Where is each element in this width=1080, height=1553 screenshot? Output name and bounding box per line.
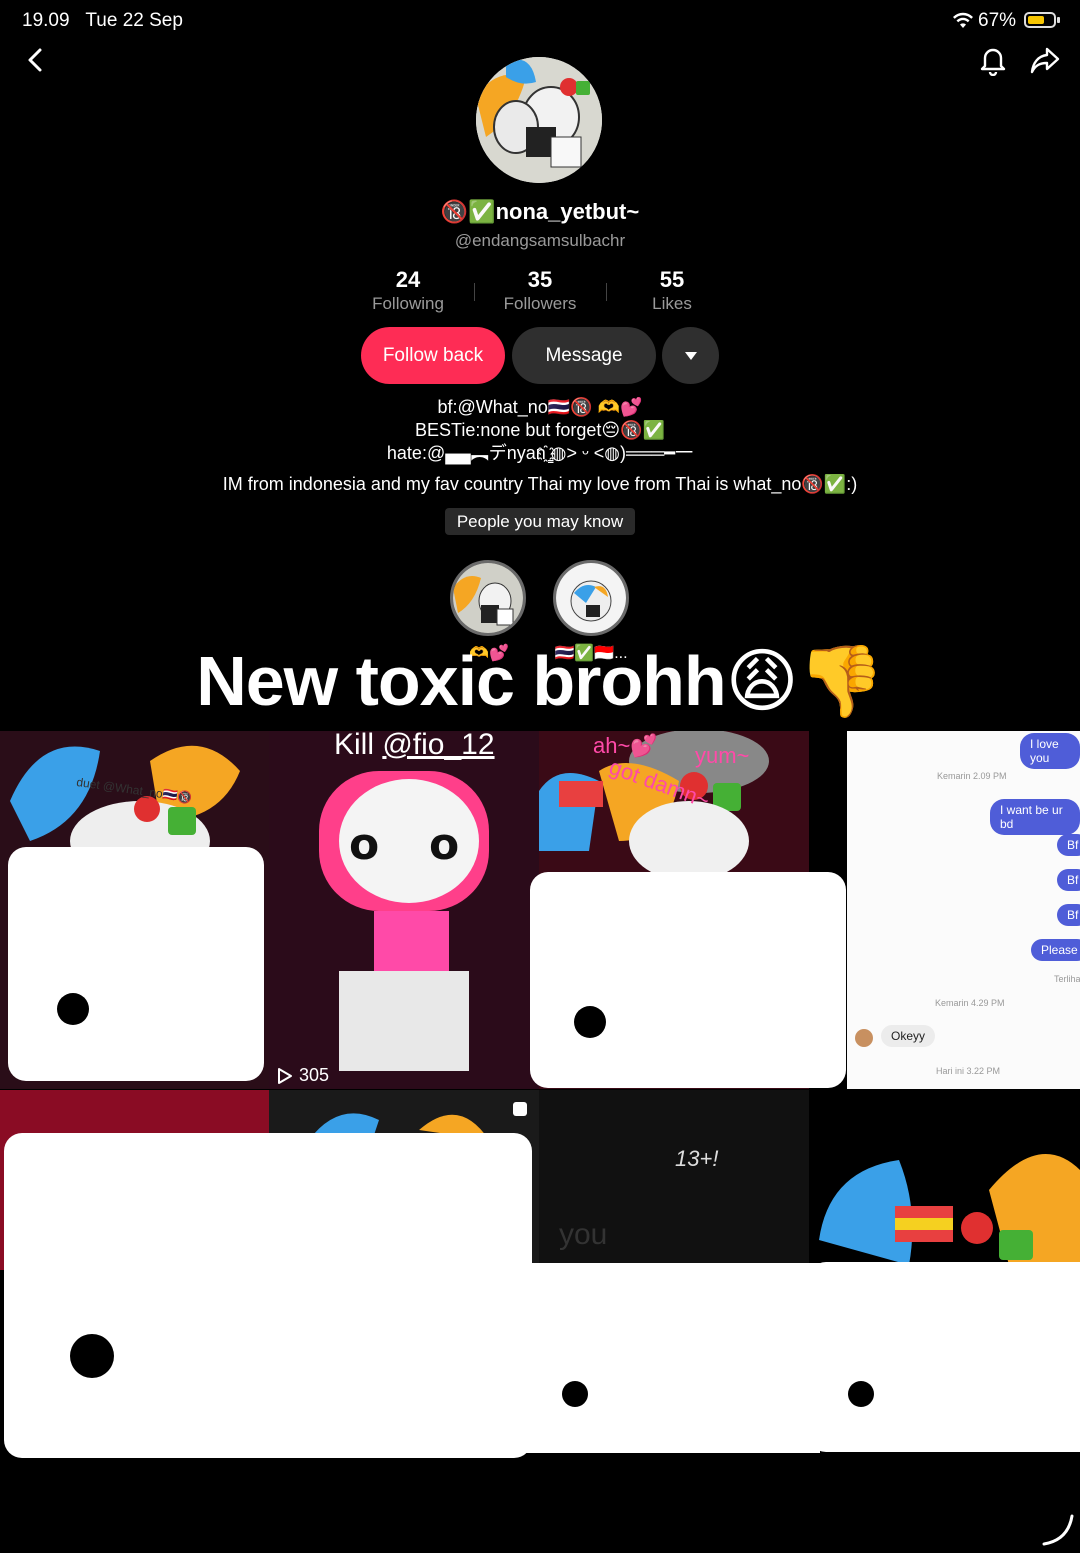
redaction-dot bbox=[57, 993, 89, 1025]
display-name: 🔞✅nona_yetbut~ bbox=[440, 199, 640, 224]
followers-count[interactable]: 35 bbox=[465, 267, 615, 293]
bell-icon[interactable] bbox=[977, 44, 1009, 76]
chat-time: Kemarin 4.29 PM bbox=[935, 998, 1005, 1008]
chat-bubble: Bf bbox=[1057, 834, 1080, 856]
redaction-card bbox=[520, 1263, 820, 1453]
kill-caption: Kill @fio_12 bbox=[334, 728, 495, 761]
redaction-card bbox=[8, 847, 264, 1081]
bio-line: IM from indonesia and my fav country Tha… bbox=[222, 474, 858, 494]
chat-bubble: Bf bbox=[1057, 904, 1080, 926]
bio-line: hate:@▄▄︻デnyan҈ ̳◍˃ ᵕ ˂◍)═══━一 bbox=[386, 443, 694, 463]
profile-avatar[interactable] bbox=[476, 57, 602, 183]
likes-count: 55 bbox=[659, 267, 685, 292]
suggested-account-avatar[interactable] bbox=[553, 560, 629, 636]
redaction-card bbox=[530, 872, 846, 1088]
redaction-dot bbox=[70, 1334, 114, 1378]
overlay-text: 13+! bbox=[675, 1146, 719, 1171]
share-icon[interactable] bbox=[1029, 44, 1061, 76]
chat-bubble: I love you bbox=[1020, 733, 1080, 769]
status-bar: 19.09 Tue 22 Sep 67% bbox=[0, 0, 1080, 40]
svg-text:o: o bbox=[349, 819, 379, 870]
redaction-dot bbox=[562, 1381, 588, 1407]
video-thumbnail[interactable]: I love you Kemarin 2.09 PM I want be ur … bbox=[847, 731, 1080, 1089]
redaction-dot bbox=[848, 1381, 874, 1407]
message-button[interactable]: Message bbox=[512, 327, 656, 384]
overlay-text: yum~ bbox=[695, 743, 750, 768]
wifi-icon bbox=[953, 12, 973, 28]
following-label[interactable]: Following bbox=[333, 294, 483, 314]
redaction-card bbox=[4, 1133, 532, 1458]
follow-back-button[interactable]: Follow back bbox=[361, 327, 505, 384]
battery-percent: 67% bbox=[978, 10, 1017, 31]
battery-icon bbox=[1024, 12, 1056, 28]
overlay-text: you bbox=[559, 1218, 608, 1251]
bio-line: bf:@What_no🇹🇭🔞 🫶💕 bbox=[437, 397, 643, 417]
following-count[interactable]: 24 bbox=[333, 267, 483, 293]
chat-bubble: Please bbox=[1031, 939, 1080, 961]
video-thumbnail[interactable] bbox=[809, 1090, 1080, 1270]
bio-line: BESTie:none but forget😔🔞✅ bbox=[414, 420, 666, 440]
suggestions-dropdown-button[interactable] bbox=[662, 327, 719, 384]
caret-down-icon bbox=[684, 351, 697, 360]
followers-label[interactable]: Followers bbox=[465, 294, 615, 314]
chat-time: Kemarin 2.09 PM bbox=[937, 771, 1007, 781]
video-thumbnail[interactable]: o o 305 bbox=[269, 731, 539, 1089]
redaction-dot bbox=[574, 1006, 606, 1038]
overlay-text: ah~💕 bbox=[593, 733, 658, 758]
chat-bubble: Bf bbox=[1057, 869, 1080, 891]
redaction-card bbox=[808, 1262, 1080, 1452]
chat-time: Hari ini 3.22 PM bbox=[936, 1066, 1001, 1076]
chat-reply: Okeyy bbox=[881, 1025, 936, 1047]
video-thumbnail[interactable]: 13+! you bbox=[539, 1090, 809, 1270]
view-count: 305 bbox=[277, 1065, 329, 1086]
back-icon[interactable] bbox=[20, 44, 52, 76]
chat-read: Terliha bbox=[1054, 974, 1080, 984]
suggested-account-avatar[interactable] bbox=[450, 560, 526, 636]
people-you-may-know-pill[interactable]: People you may know bbox=[445, 508, 635, 535]
battery-level bbox=[1028, 16, 1044, 24]
chat-bubble: I want be ur bd bbox=[990, 799, 1080, 835]
username: @endangsamsulbachr bbox=[454, 231, 626, 250]
battery-nub bbox=[1057, 17, 1060, 23]
svg-text:o: o bbox=[429, 819, 459, 870]
chat-avatar bbox=[855, 1029, 873, 1047]
play-icon bbox=[278, 1067, 292, 1084]
status-time: 19.09 Tue 22 Sep bbox=[22, 10, 183, 31]
corner-gesture-icon bbox=[1042, 1514, 1074, 1546]
likes-label: Likes bbox=[652, 294, 692, 313]
overlay-title: New toxic brohh😩👎 bbox=[196, 642, 885, 720]
